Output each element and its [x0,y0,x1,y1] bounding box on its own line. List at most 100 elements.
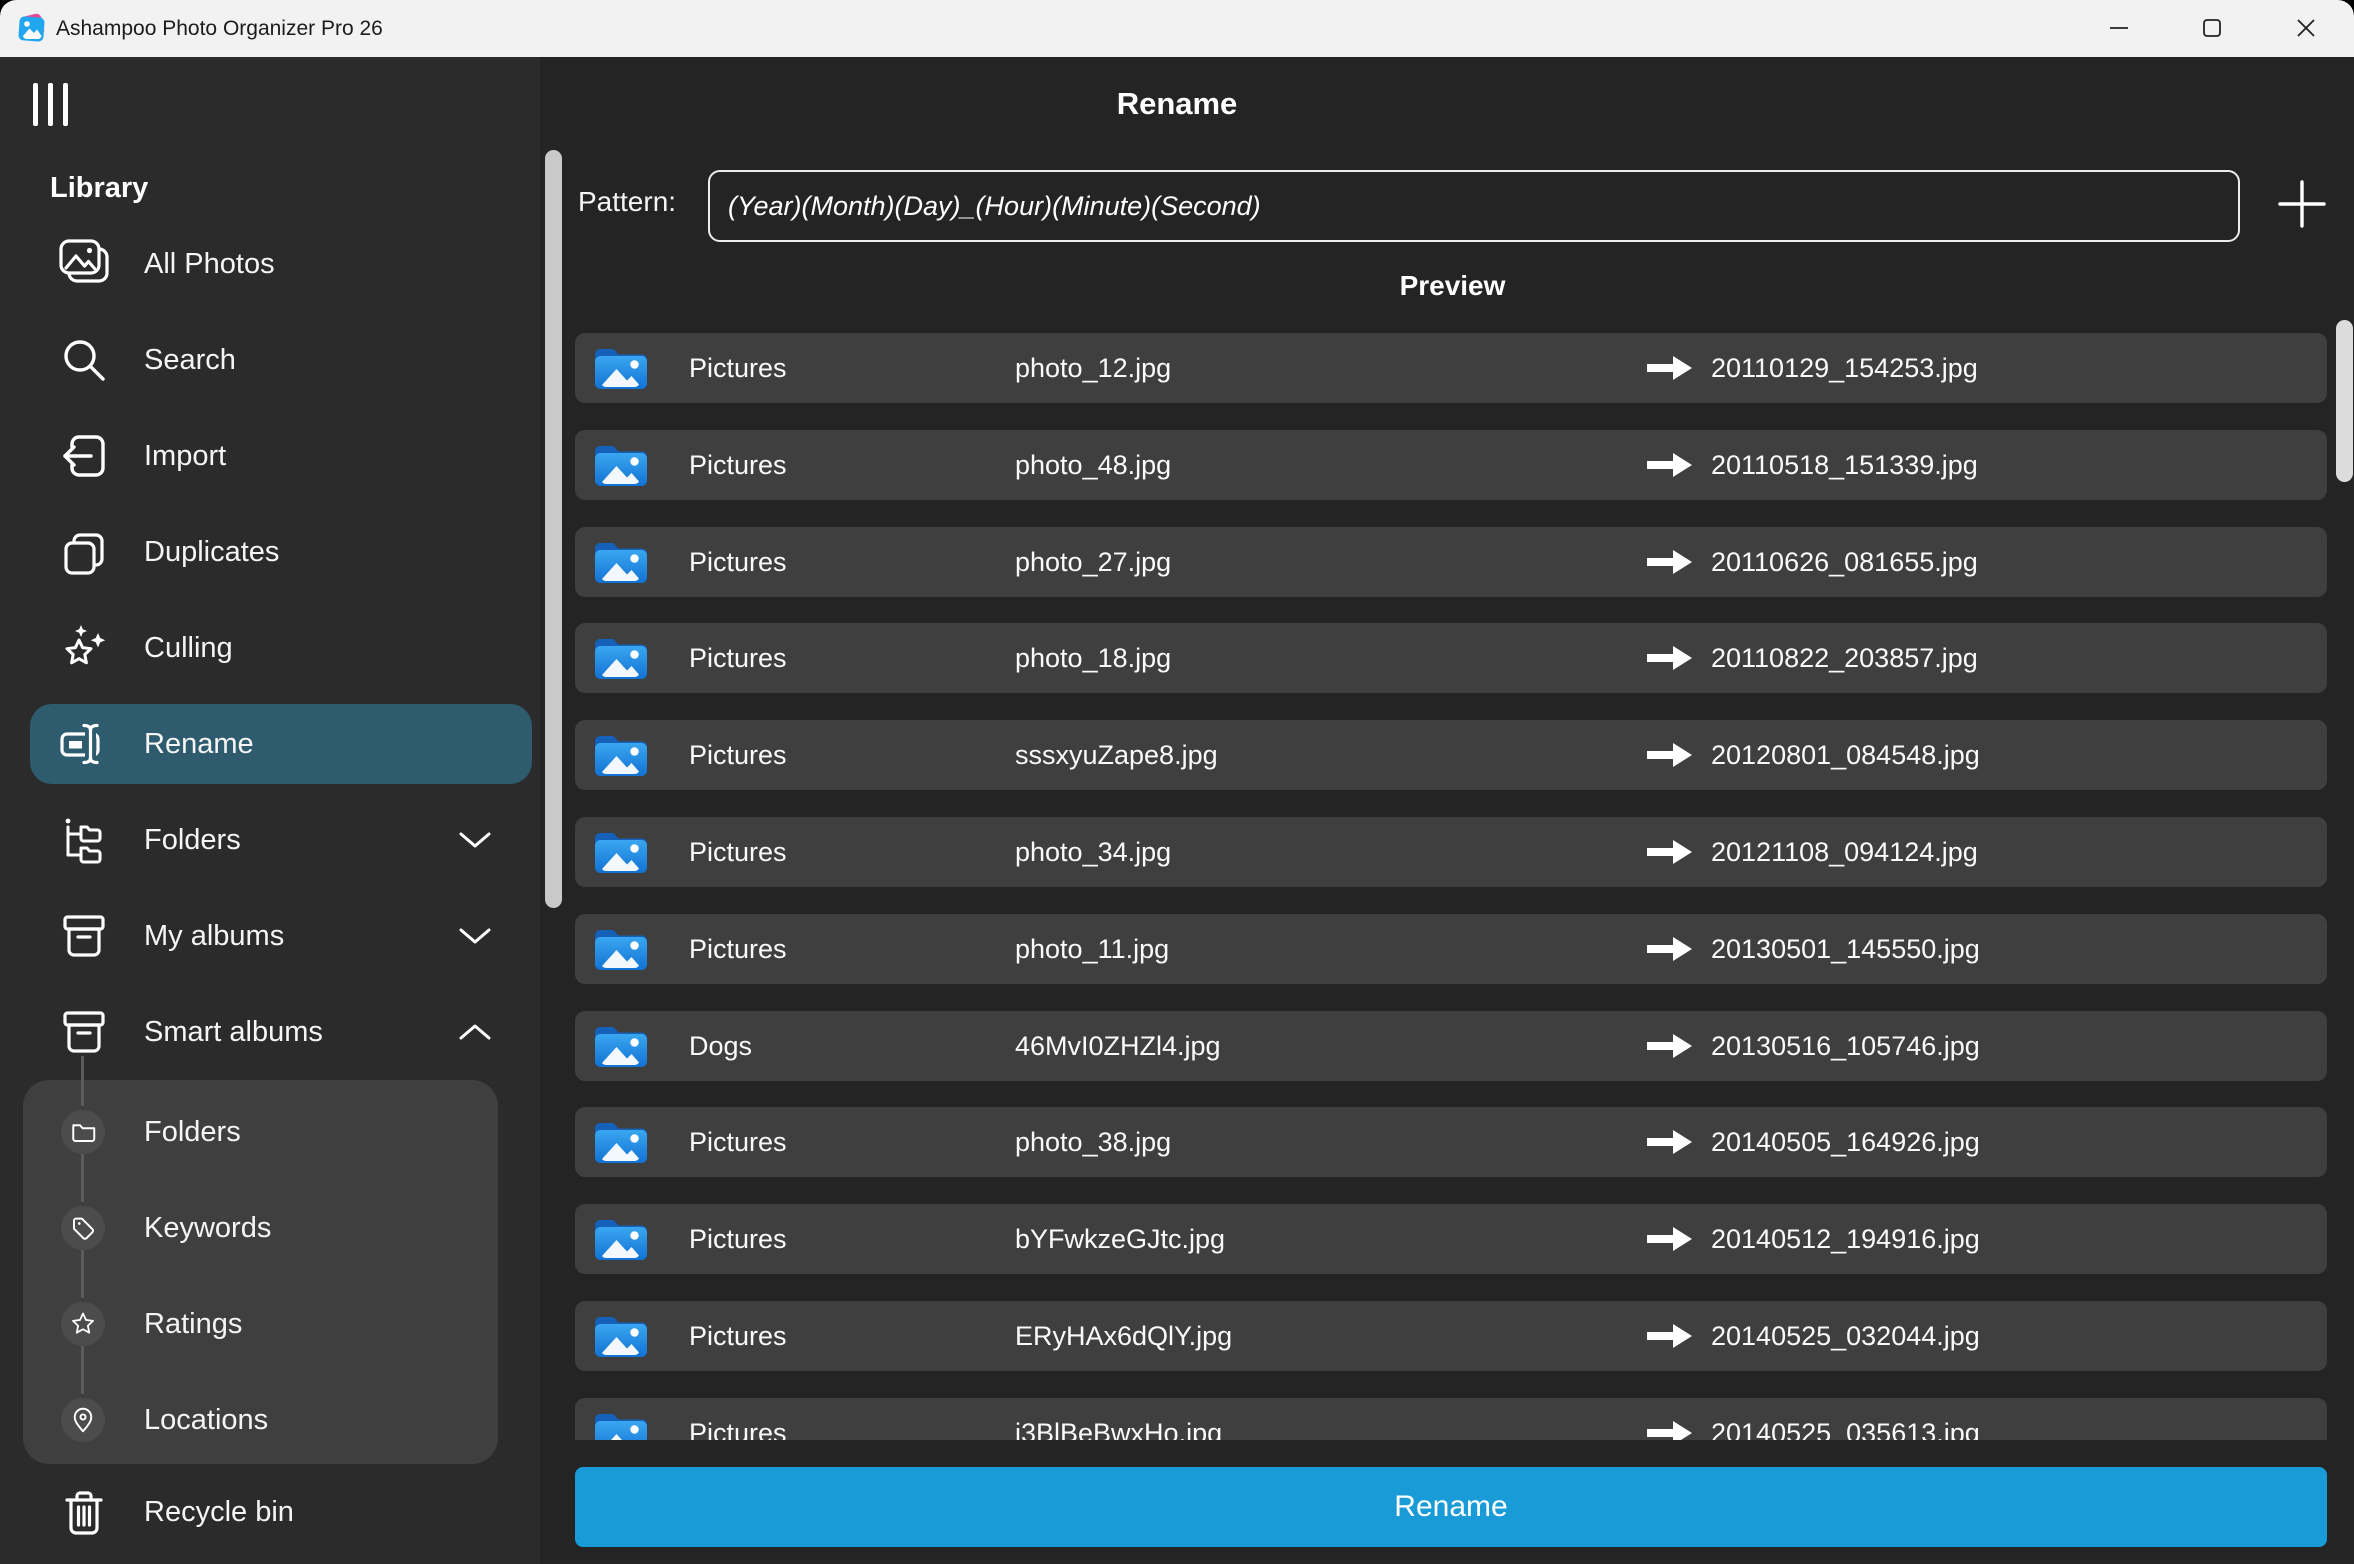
row-old-filename: photo_11.jpg [1015,914,1169,984]
row-old-filename: 46MvI0ZHZl4.jpg [1015,1011,1221,1081]
arrow-right-icon [1647,451,1693,479]
arrow-right-icon [1647,644,1693,672]
preview-row[interactable]: Pictures bYFwkzeGJtc.jpg 20140512_194916… [575,1204,2327,1274]
arrow-right-icon [1647,838,1693,866]
row-folder-name: Pictures [689,623,787,693]
add-pattern-button[interactable] [2276,178,2328,230]
search-icon [57,333,111,387]
folder-image-icon [593,635,649,681]
row-folder-name: Pictures [689,1301,787,1371]
row-new-filename: 20140505_164926.jpg [1711,1107,1980,1177]
window-title: Ashampoo Photo Organizer Pro 26 [56,0,383,57]
row-folder-name: Pictures [689,527,787,597]
star-icon [61,1302,105,1346]
row-folder-name: Dogs [689,1011,752,1081]
row-folder-name: Pictures [689,1204,787,1274]
arrow-right-icon [1647,741,1693,769]
folder-image-icon [593,732,649,778]
row-new-filename: 20110822_203857.jpg [1711,623,1978,693]
preview-row[interactable]: Pictures sssxyuZape8.jpg 20120801_084548… [575,720,2327,790]
preview-row[interactable]: Pictures photo_38.jpg 20140505_164926.jp… [575,1107,2327,1177]
chevron-down-icon [458,830,492,850]
folder-image-icon [593,829,649,875]
row-folder-name: Pictures [689,1398,787,1440]
sidebar-item-recycle-bin[interactable]: Recycle bin [0,1464,540,1560]
arrow-right-icon [1647,1032,1693,1060]
culling-icon [57,621,111,675]
folder-image-icon [593,345,649,391]
preview-row[interactable]: Pictures photo_48.jpg 20110518_151339.jp… [575,430,2327,500]
row-folder-name: Pictures [689,914,787,984]
sidebar-item-duplicates[interactable]: Duplicates [0,504,540,600]
rename-button[interactable]: Rename [575,1467,2327,1547]
app-logo-icon [16,13,48,45]
folder-image-icon [593,1119,649,1165]
maximize-button[interactable] [2189,5,2235,51]
sidebar-item-import[interactable]: Import [0,408,540,504]
preview-row[interactable]: Pictures photo_34.jpg 20121108_094124.jp… [575,817,2327,887]
row-old-filename: photo_34.jpg [1015,817,1171,887]
row-new-filename: 20110518_151339.jpg [1711,430,1978,500]
sidebar-item-folders[interactable]: Folders [0,792,540,888]
app-window: Ashampoo Photo Organizer Pro 26 Library … [0,0,2354,1564]
arrow-right-icon [1647,1128,1693,1156]
row-new-filename: 20110626_081655.jpg [1711,527,1978,597]
preview-scrollbar[interactable] [2336,320,2353,482]
row-new-filename: 20120801_084548.jpg [1711,720,1980,790]
tree-connector [81,1080,84,1106]
album-icon [57,1005,111,1059]
preview-title: Preview [575,270,2330,302]
chevron-up-icon [458,1022,492,1042]
preview-row[interactable]: Pictures photo_11.jpg 20130501_145550.jp… [575,914,2327,984]
preview-row[interactable]: Pictures photo_12.jpg 20110129_154253.jp… [575,333,2327,403]
row-old-filename: i3BlBeBwxHo.jpg [1015,1398,1222,1440]
row-folder-name: Pictures [689,817,787,887]
preview-row[interactable]: Pictures photo_27.jpg 20110626_081655.jp… [575,527,2327,597]
pattern-input[interactable] [708,170,2240,242]
row-folder-name: Pictures [689,430,787,500]
row-new-filename: 20140512_194916.jpg [1711,1204,1980,1274]
preview-row[interactable]: Pictures photo_18.jpg 20110822_203857.jp… [575,623,2327,693]
row-old-filename: photo_38.jpg [1015,1107,1171,1177]
row-new-filename: 20110129_154253.jpg [1711,333,1978,403]
arrow-right-icon [1647,548,1693,576]
folder-image-icon [593,1216,649,1262]
sidebar-item-all-photos[interactable]: All Photos [0,216,540,312]
row-old-filename: ERyHAx6dQlY.jpg [1015,1301,1232,1371]
rename-icon [57,717,111,771]
row-new-filename: 20140525_035613.jpg [1711,1398,1980,1440]
preview-row[interactable]: Pictures i3BlBeBwxHo.jpg 20140525_035613… [575,1398,2327,1440]
row-new-filename: 20121108_094124.jpg [1711,817,1978,887]
row-old-filename: photo_27.jpg [1015,527,1171,597]
sidebar-scrollbar[interactable] [545,150,562,908]
album-icon [57,909,111,963]
folder-tree-icon [57,813,111,867]
page-title: Rename [0,86,2354,122]
duplicates-icon [57,525,111,579]
sidebar-section-title: Library [50,172,148,205]
chevron-down-icon [458,926,492,946]
arrow-right-icon [1647,1225,1693,1253]
preview-row[interactable]: Pictures ERyHAx6dQlY.jpg 20140525_032044… [575,1301,2327,1371]
preview-row[interactable]: Dogs 46MvI0ZHZl4.jpg 20130516_105746.jpg [575,1011,2327,1081]
location-pin-icon [61,1398,105,1442]
row-new-filename: 20140525_032044.jpg [1711,1301,1980,1371]
row-folder-name: Pictures [689,720,787,790]
folder-image-icon [593,442,649,488]
tag-icon [61,1206,105,1250]
sidebar-item-search[interactable]: Search [0,312,540,408]
smart-albums-panel: Folders Keywords Ratings [23,1080,498,1464]
close-button[interactable] [2283,5,2329,51]
sidebar-item-keywords[interactable]: Keywords [23,1202,498,1298]
trash-icon [57,1485,111,1539]
row-old-filename: photo_18.jpg [1015,623,1171,693]
arrow-right-icon [1647,1322,1693,1350]
sidebar-item-my-albums[interactable]: My albums [0,888,540,984]
sidebar-item-culling[interactable]: Culling [0,600,540,696]
folder-icon [61,1110,105,1154]
arrow-right-icon [1647,354,1693,382]
row-folder-name: Pictures [689,333,787,403]
sidebar-item-rename[interactable]: Rename [0,696,540,792]
folder-image-icon [593,926,649,972]
minimize-button[interactable] [2096,5,2142,51]
